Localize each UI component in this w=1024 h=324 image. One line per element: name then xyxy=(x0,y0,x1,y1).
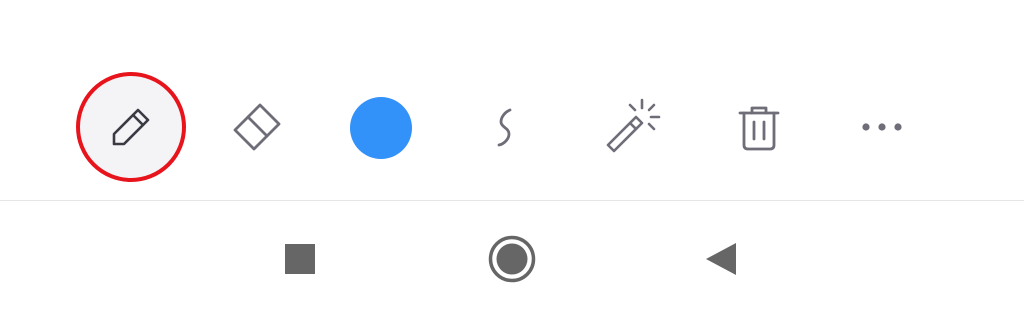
circle-home-icon xyxy=(488,235,536,288)
back-button[interactable] xyxy=(694,233,750,289)
more-horizontal-icon xyxy=(860,121,904,133)
system-navigation-bar xyxy=(0,201,1024,324)
home-button[interactable] xyxy=(484,233,540,289)
trash-icon xyxy=(731,99,787,155)
stroke-style-button[interactable] xyxy=(472,92,542,162)
delete-button[interactable] xyxy=(724,92,794,162)
eraser-tool-button[interactable] xyxy=(222,92,292,162)
squiggle-icon xyxy=(477,97,537,157)
back-triangle-icon xyxy=(704,241,740,282)
magic-wand-icon xyxy=(600,95,664,159)
eraser-icon xyxy=(227,97,287,157)
pencil-icon xyxy=(107,103,155,151)
recents-button[interactable] xyxy=(272,233,328,289)
pen-tool-button[interactable] xyxy=(76,72,186,182)
more-options-button[interactable] xyxy=(847,92,917,162)
drawing-toolbar xyxy=(0,70,1024,186)
square-icon xyxy=(284,243,316,280)
magic-tool-button[interactable] xyxy=(597,92,667,162)
color-picker-button[interactable] xyxy=(350,97,412,159)
